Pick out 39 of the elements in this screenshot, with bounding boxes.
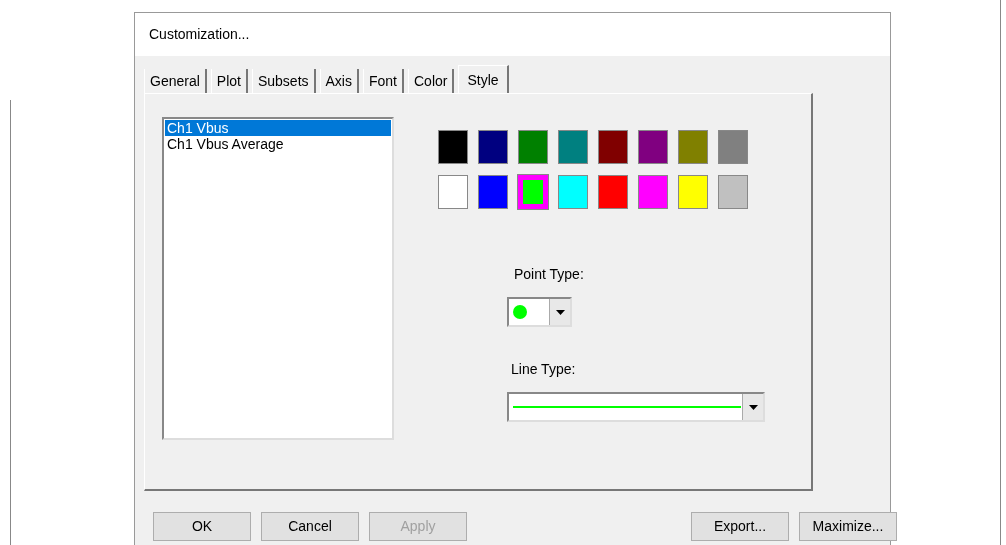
point-type-label: Point Type: [514,265,584,284]
caret-icon [555,309,565,315]
tab[interactable]: Axis [319,69,359,93]
color-swatch[interactable] [558,130,588,164]
dialog-button[interactable]: Cancel [261,512,359,541]
dialog-button[interactable]: Export... [691,512,789,541]
color-swatch[interactable] [638,175,668,209]
dot-icon [512,305,527,319]
dialog-button[interactable]: Maximize... [799,512,897,541]
tab[interactable]: Font [363,69,404,93]
caret-icon [748,404,758,410]
line-sample-icon [512,406,741,408]
window-title: Customization... [135,13,890,56]
color-swatch[interactable] [438,130,468,164]
list-item[interactable]: Ch1 Vbus Average [165,136,391,152]
color-swatch[interactable] [718,130,748,164]
color-swatch[interactable] [438,175,468,209]
tab[interactable]: Subsets [251,69,316,93]
color-swatch[interactable] [518,130,548,164]
tab[interactable]: General [144,69,207,93]
tab[interactable]: Plot [210,69,248,93]
dialog-button[interactable]: OK [153,512,251,541]
series-listbox[interactable]: Ch1 Vbus Ch1 Vbus Average [162,117,394,440]
color-swatch[interactable] [478,175,508,209]
color-swatch[interactable] [678,130,708,164]
color-swatch[interactable] [598,175,628,209]
color-swatch[interactable] [718,175,748,209]
point-type-dropdown[interactable] [507,297,572,327]
line-type-label: Line Type: [511,360,576,379]
color-swatch[interactable] [558,175,588,209]
color-swatch[interactable] [518,175,548,209]
color-swatch[interactable] [678,175,708,209]
line-type-dropdown[interactable] [507,392,765,422]
color-swatch[interactable] [598,130,628,164]
color-swatch[interactable] [638,130,668,164]
list-item[interactable]: Ch1 Vbus [165,120,391,136]
color-swatch[interactable] [478,130,508,164]
tab[interactable]: Color [408,69,455,93]
tab[interactable]: Style [458,65,509,93]
